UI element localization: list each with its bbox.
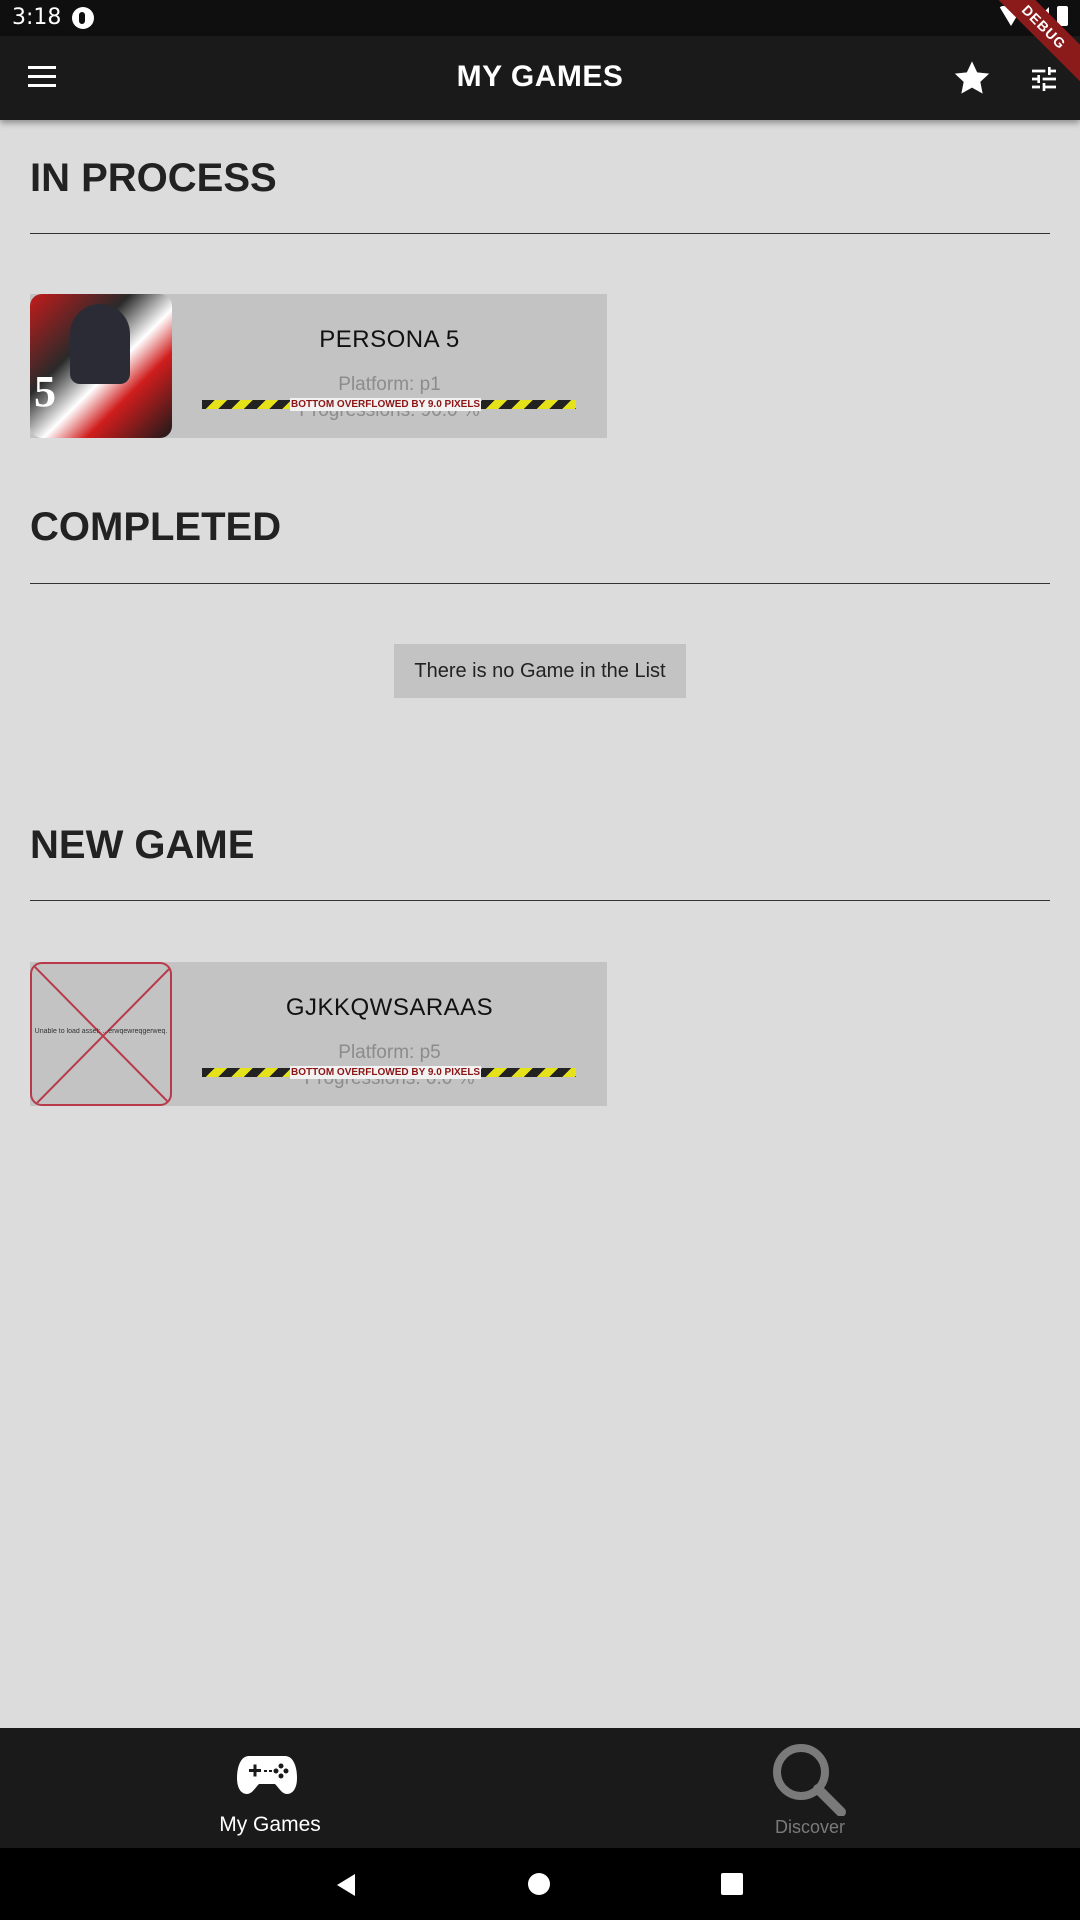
overflow-warning-text: BOTTOM OVERFLOWED BY 9.0 PIXELS [290,398,482,411]
section-divider [30,233,1050,234]
game-name: GJKKQWSARAAS [285,994,494,1021]
empty-list-message: There is no Game in the List [394,644,686,698]
nav-item-my-games[interactable]: My Games [0,1728,540,1848]
status-time: 3:18 [12,5,62,30]
gamepad-icon [237,1756,297,1794]
nav-label-my-games: My Games [219,1813,321,1836]
notification-app-icon [72,7,94,29]
section-title-new-game: NEW GAME [30,823,255,867]
image-error-text: Unable to load asset: ...erwqewreqgerweq… [34,1028,168,1035]
page-title: MY GAMES [456,60,624,93]
image-error-placeholder: Unable to load asset: ...erwqewreqgerweq… [30,962,172,1106]
game-platform: Platform: p5 [338,1042,441,1063]
back-icon[interactable] [333,1872,357,1898]
game-name: PERSONA 5 [319,326,460,353]
system-navigation-bar [0,1848,1080,1920]
section-divider [30,583,1050,584]
star-icon[interactable] [952,58,992,98]
app-bar: MY GAMES [0,36,1080,120]
nav-item-discover[interactable]: Discover [540,1728,1080,1848]
section-title-in-process: IN PROCESS [30,156,277,200]
overflow-warning-text: BOTTOM OVERFLOWED BY 9.0 PIXELS [290,1066,482,1079]
tune-icon[interactable] [1028,62,1060,96]
recents-icon[interactable] [721,1873,743,1895]
game-card-gjkkqwsaraas[interactable]: Unable to load asset: ...erwqewreqgerweq… [30,962,607,1106]
section-title-completed: COMPLETED [30,505,282,549]
status-bar: 3:18 [0,0,1080,36]
search-icon [773,1744,846,1816]
game-card-persona-5[interactable]: PERSONA 5 Platform: p1 Progressions: 90.… [30,294,607,438]
section-divider [30,900,1050,901]
game-cover-image [30,294,172,438]
nav-label-discover: Discover [774,1817,845,1837]
game-platform: Platform: p1 [338,374,441,395]
broken-image-icon [32,964,170,1104]
bottom-navigation: My Games Discover [0,1728,1080,1848]
home-icon[interactable] [528,1873,550,1895]
